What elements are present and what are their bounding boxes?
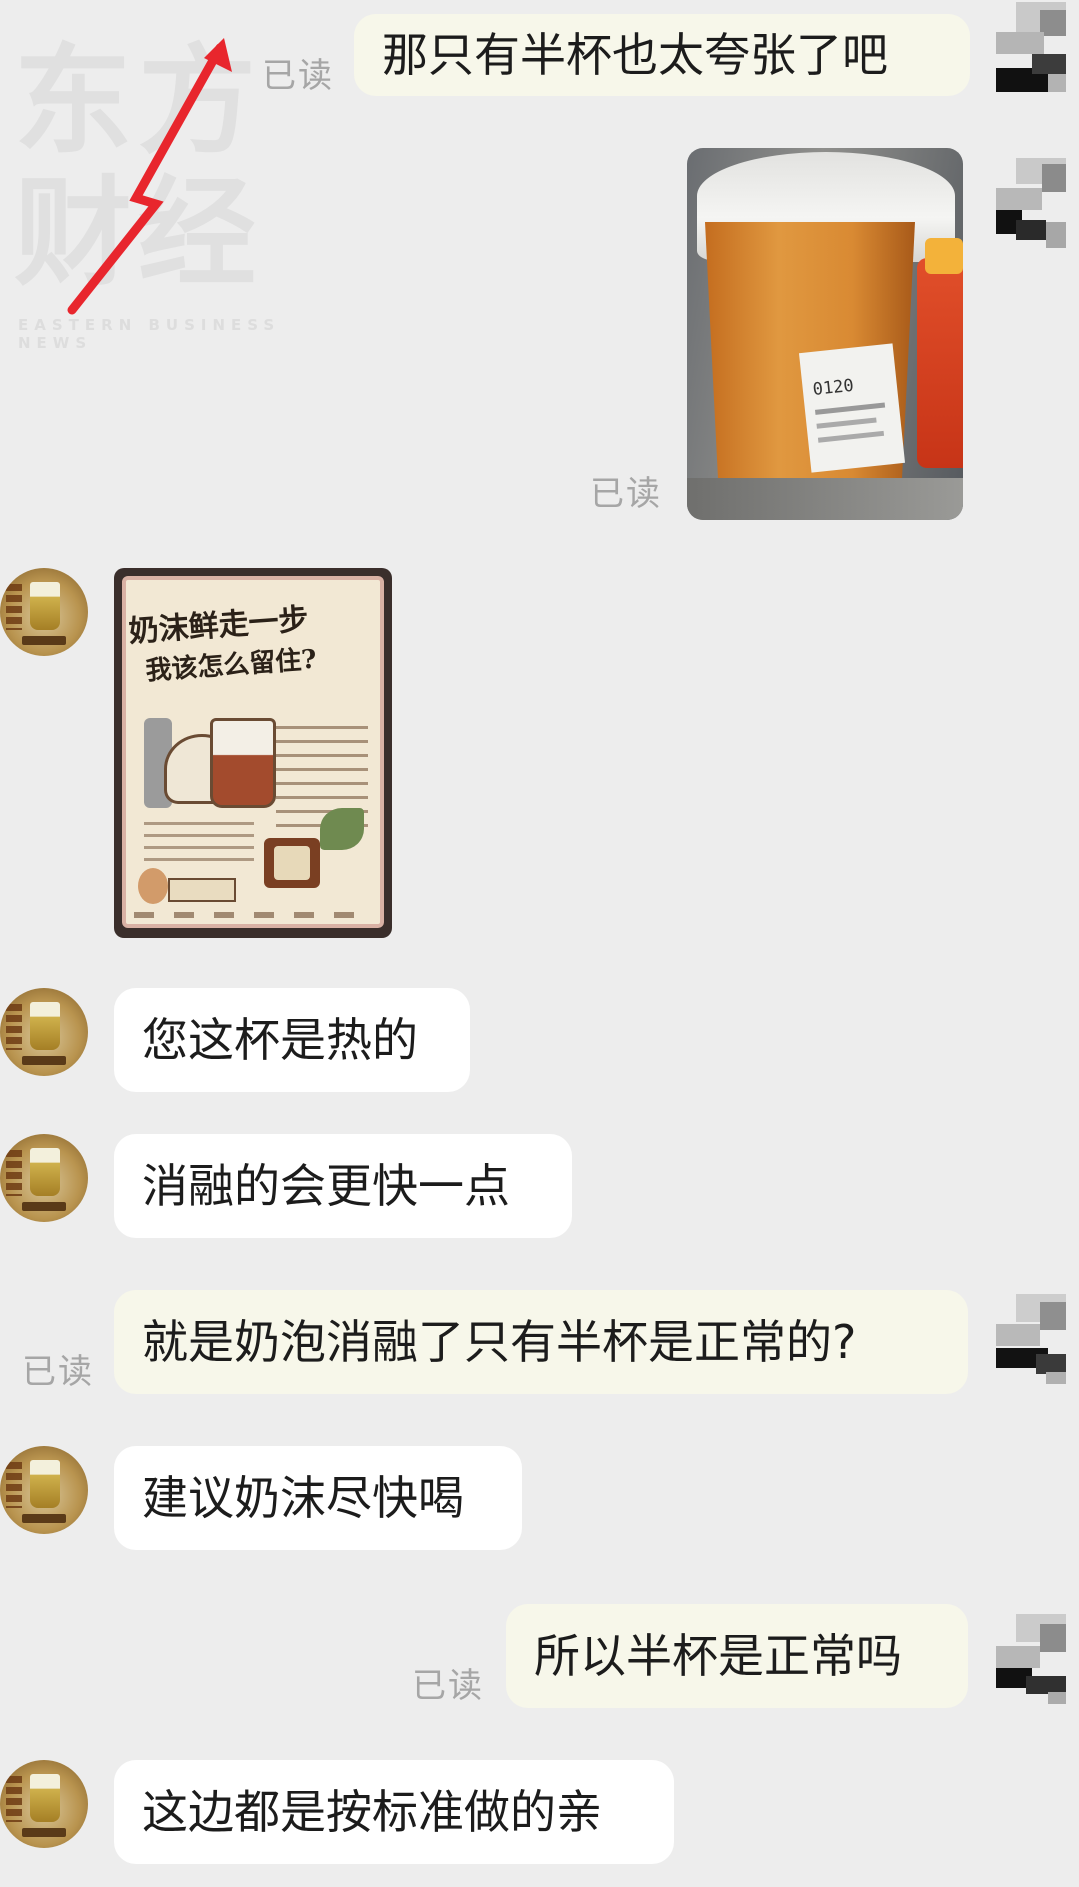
message-text: 建议奶沫尽快喝 [142, 1471, 464, 1525]
cup-label-text: 0120 [811, 375, 855, 400]
shop-avatar[interactable] [0, 1446, 88, 1534]
message-bubble-incoming[interactable]: 这边都是按标准做的亲 [114, 1760, 674, 1864]
message-bubble-incoming[interactable]: 建议奶沫尽快喝 [114, 1446, 522, 1550]
cup-label: 0120 [798, 343, 906, 473]
message-bubble-incoming[interactable]: 您这杯是热的 [114, 988, 470, 1092]
shop-avatar[interactable] [0, 568, 88, 656]
read-receipt: 已读 [22, 1352, 94, 1392]
message-bubble-outgoing[interactable]: 就是奶泡消融了只有半杯是正常的? [114, 1290, 968, 1394]
user-avatar[interactable] [996, 1614, 1066, 1704]
user-avatar[interactable] [996, 2, 1066, 92]
message-text: 这边都是按标准做的亲 [142, 1785, 602, 1839]
message-image-poster[interactable]: 奶沫鲜走一步 我该怎么留住? [114, 568, 392, 938]
chat-window: 东方 财经 EASTERN BUSINESS NEWS 已读 那只有半杯也太夸张… [0, 0, 1079, 1887]
message-image-cup-photo[interactable]: 0120 [687, 148, 963, 520]
read-receipt: 已读 [262, 56, 334, 96]
message-bubble-outgoing[interactable]: 那只有半杯也太夸张了吧 [354, 14, 970, 96]
shop-avatar[interactable] [0, 988, 88, 1076]
shop-avatar[interactable] [0, 1760, 88, 1848]
message-text: 消融的会更快一点 [142, 1159, 510, 1213]
message-text: 您这杯是热的 [142, 1013, 418, 1067]
read-receipt: 已读 [590, 474, 662, 514]
message-text: 那只有半杯也太夸张了吧 [382, 28, 888, 82]
shop-avatar[interactable] [0, 1134, 88, 1222]
message-bubble-incoming[interactable]: 消融的会更快一点 [114, 1134, 572, 1238]
poster-headline: 奶沫鲜走一步 我该怎么留住? [128, 596, 379, 693]
red-arrow-icon [67, 38, 232, 315]
message-text: 所以半杯是正常吗 [534, 1629, 902, 1683]
message-bubble-outgoing[interactable]: 所以半杯是正常吗 [506, 1604, 968, 1708]
message-text: 就是奶泡消融了只有半杯是正常的? [142, 1315, 857, 1369]
read-receipt: 已读 [412, 1666, 484, 1706]
user-avatar[interactable] [996, 158, 1066, 248]
user-avatar[interactable] [996, 1294, 1066, 1384]
